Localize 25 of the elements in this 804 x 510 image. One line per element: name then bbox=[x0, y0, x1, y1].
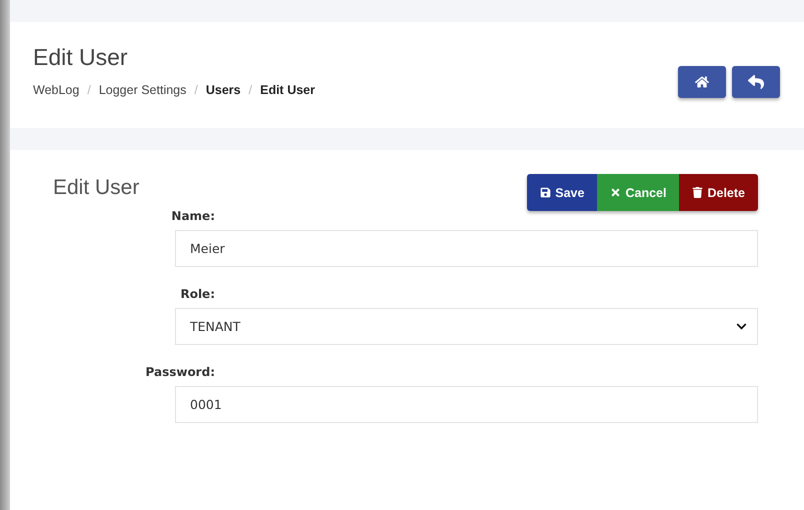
home-button[interactable] bbox=[678, 66, 726, 98]
field-label: Role: bbox=[180, 287, 215, 301]
breadcrumb-separator: / bbox=[87, 83, 91, 97]
trash-icon bbox=[692, 187, 704, 198]
back-button[interactable] bbox=[732, 66, 780, 98]
breadcrumb-link[interactable]: Edit User bbox=[260, 83, 315, 97]
input-field[interactable]: Meier bbox=[175, 230, 758, 267]
home-icon bbox=[695, 75, 709, 89]
reply-arrow-icon bbox=[748, 74, 764, 90]
role-select[interactable]: TENANT bbox=[175, 308, 758, 345]
card-title: Edit User bbox=[53, 176, 140, 200]
input-field[interactable]: 0001 bbox=[175, 386, 758, 423]
breadcrumb-link[interactable]: WebLog bbox=[33, 83, 80, 97]
cross-icon bbox=[610, 187, 622, 198]
breadcrumb-separator: / bbox=[248, 83, 252, 97]
save-button[interactable]: Save bbox=[527, 174, 598, 211]
cancel-button[interactable]: Cancel bbox=[597, 174, 680, 211]
field-label: Name: bbox=[171, 209, 215, 223]
breadcrumb-link[interactable]: Logger Settings bbox=[98, 83, 186, 97]
page-title: Edit User bbox=[33, 44, 129, 71]
delete-button[interactable]: Delete bbox=[679, 174, 758, 211]
field-label: Password: bbox=[146, 365, 215, 379]
breadcrumb-separator: / bbox=[194, 83, 198, 97]
chevron-down-icon bbox=[736, 321, 747, 332]
breadcrumb-link[interactable]: Users bbox=[206, 83, 241, 97]
